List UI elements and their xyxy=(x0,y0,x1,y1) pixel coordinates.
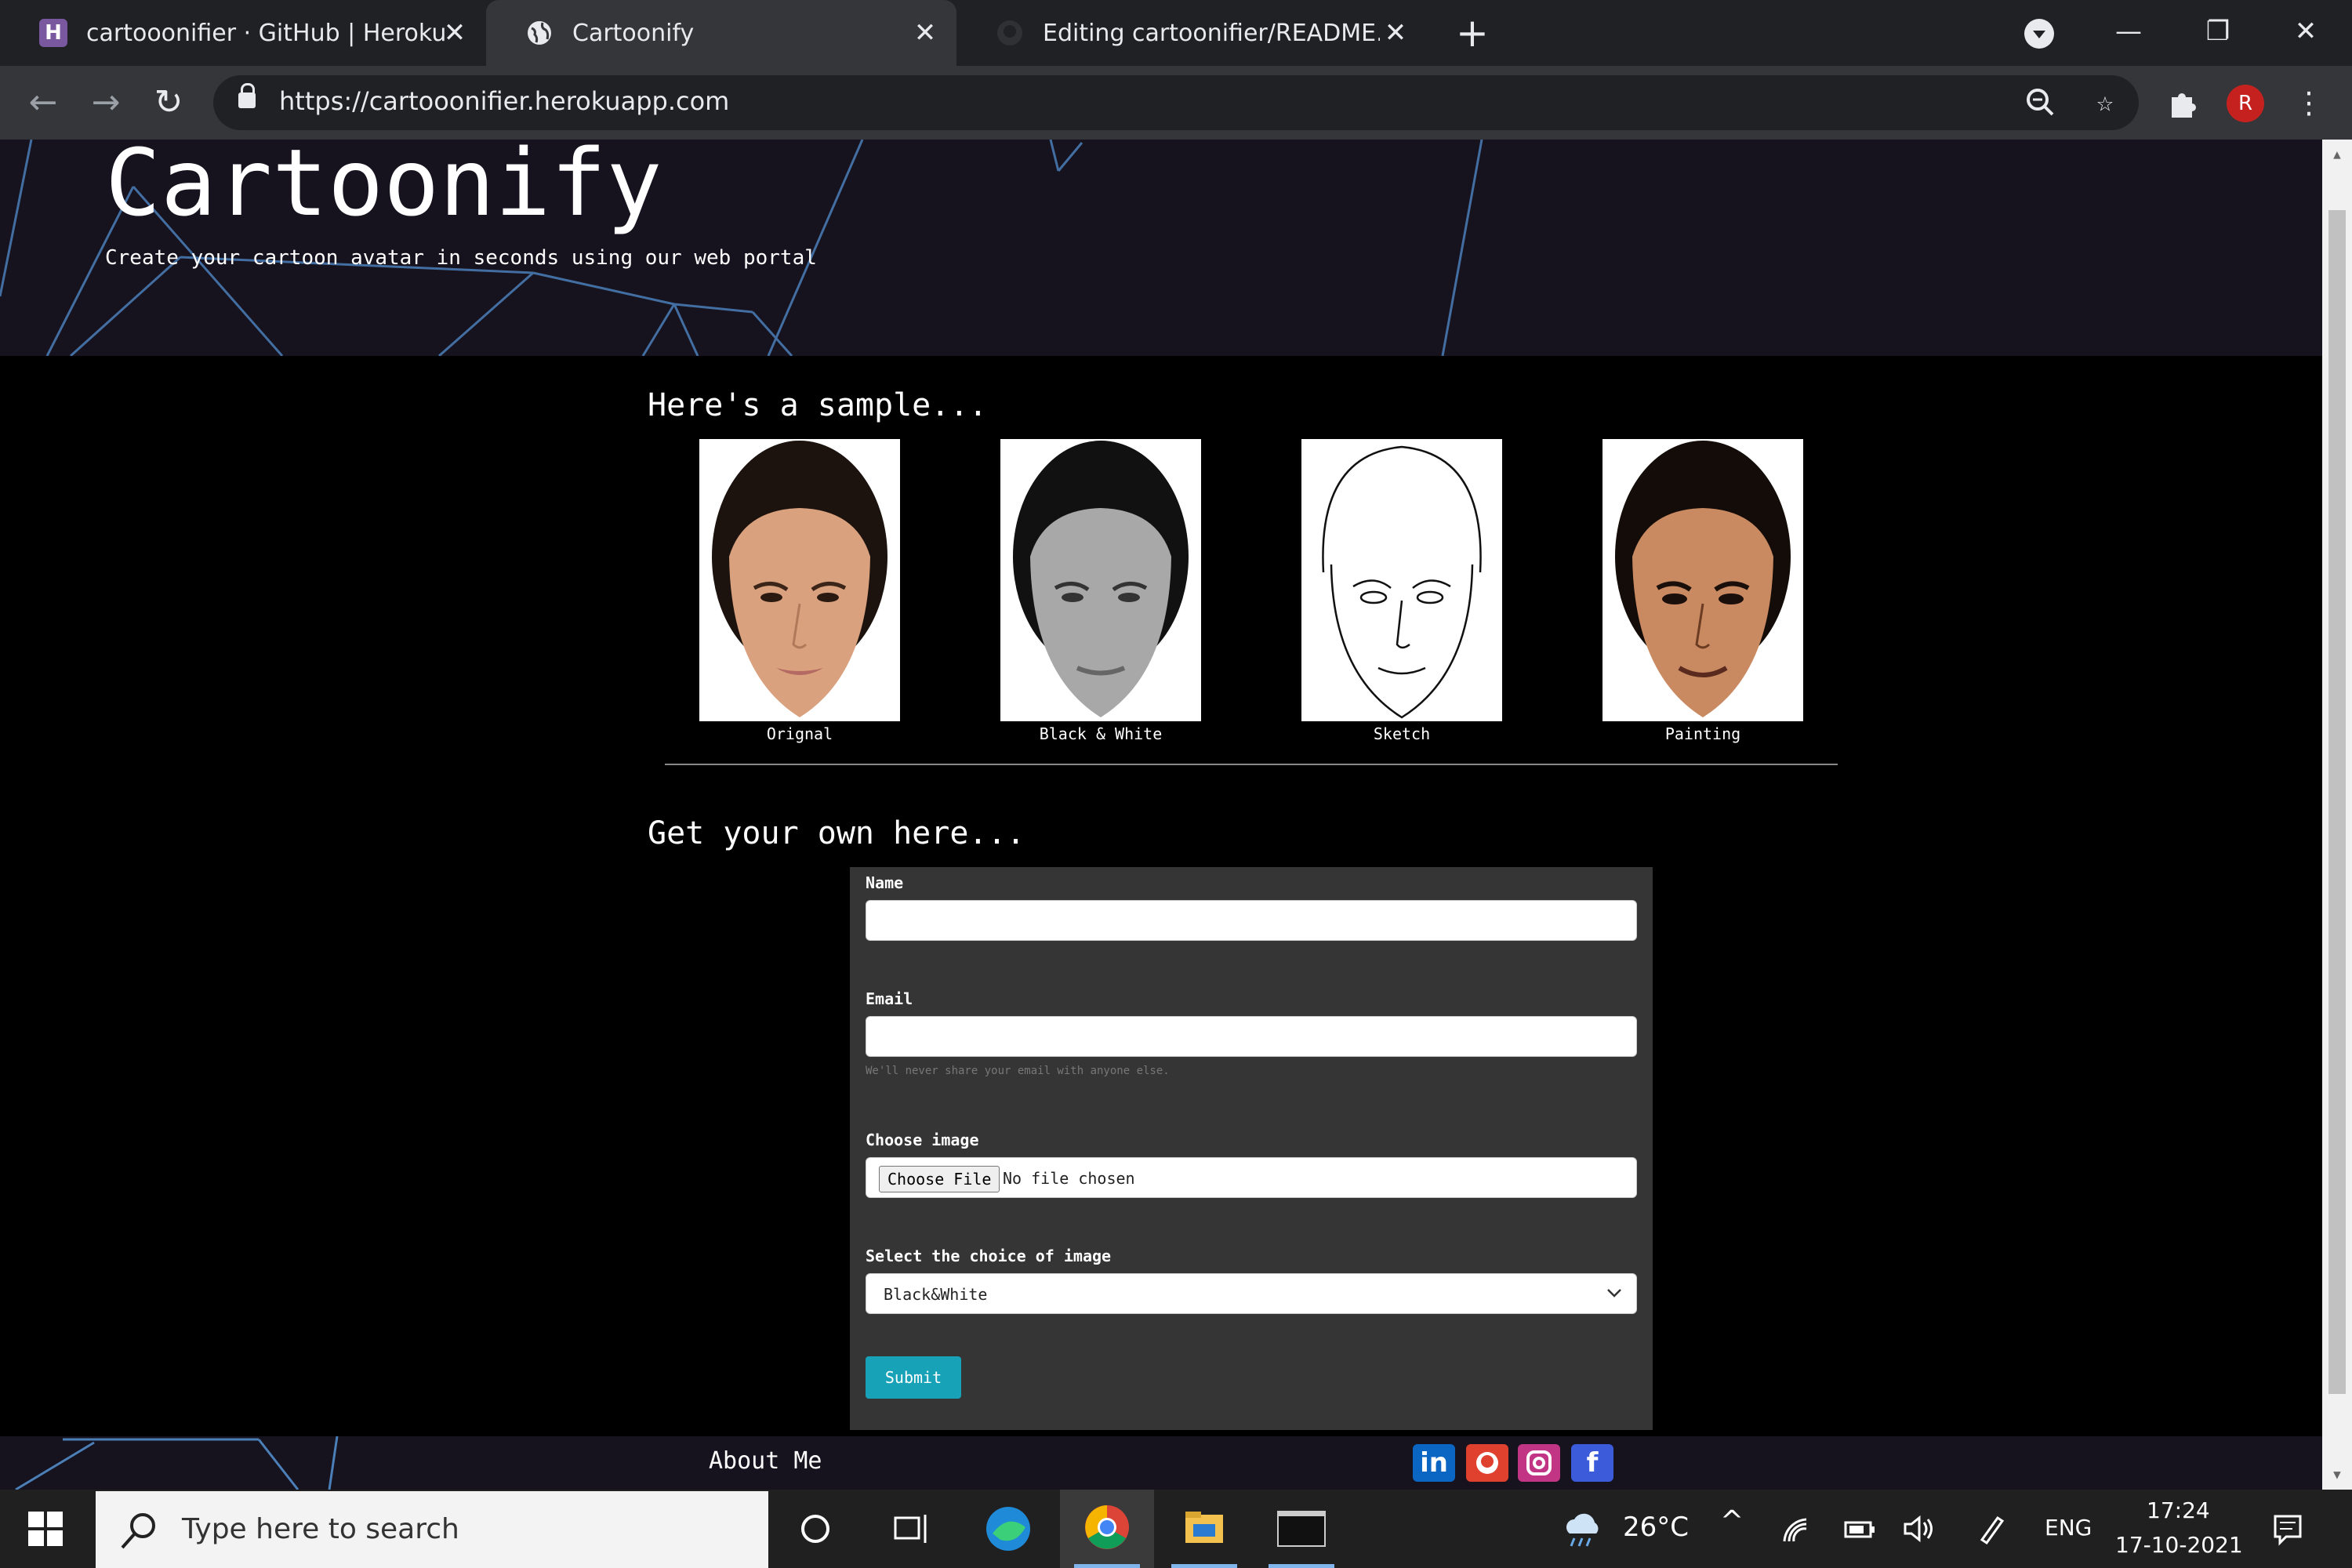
close-icon[interactable]: ✕ xyxy=(1378,16,1413,50)
close-icon[interactable]: ✕ xyxy=(908,16,942,50)
sample-painting: Painting xyxy=(1602,439,1803,743)
chrome-icon[interactable] xyxy=(1060,1490,1154,1568)
language-indicator[interactable]: ENG xyxy=(2045,1515,2092,1541)
linkedin-icon[interactable]: in xyxy=(1413,1444,1455,1482)
tab-title: Cartoonify xyxy=(572,19,695,47)
image-label: Choose image xyxy=(866,1131,979,1149)
window-close-icon[interactable]: ✕ xyxy=(2278,8,2333,55)
sample-original: Orignal xyxy=(699,439,900,743)
pen-ink-icon[interactable] xyxy=(1976,1512,2010,1546)
new-tab-button[interactable]: + xyxy=(1450,11,1494,55)
page-viewport: Cartoonify Create your cartoon avatar in… xyxy=(0,140,2322,1490)
tab-github-readme[interactable]: Editing cartoonifier/README.md ✕ xyxy=(956,0,1427,66)
browser-toolbar: ← → ↻ https://cartooonifier.herokuapp.co… xyxy=(0,66,2352,140)
footer: About Me in f xyxy=(0,1436,2322,1490)
edge-icon[interactable] xyxy=(961,1490,1055,1568)
upload-form: Name Email We'll never share your email … xyxy=(850,867,1653,1430)
github-icon xyxy=(996,19,1024,47)
instagram-icon[interactable] xyxy=(1518,1444,1560,1482)
menu-kebab-icon[interactable]: ⋮ xyxy=(2289,83,2328,122)
file-input[interactable]: Choose File No file chosen xyxy=(866,1157,1637,1198)
extensions-icon[interactable] xyxy=(2164,83,2203,122)
globe-icon xyxy=(525,19,554,47)
chevron-up-icon[interactable]: ^ xyxy=(1720,1505,1744,1537)
about-me-link[interactable]: About Me xyxy=(709,1447,822,1475)
name-label: Name xyxy=(866,873,904,892)
hero-banner: Cartoonify Create your cartoon avatar in… xyxy=(0,140,2322,356)
wifi-icon[interactable] xyxy=(1780,1515,1811,1546)
clock-date[interactable]: 17-10-2021 xyxy=(2115,1532,2243,1558)
close-icon[interactable]: ✕ xyxy=(437,16,472,50)
volume-icon[interactable] xyxy=(1902,1515,1936,1543)
sample-sketch: Sketch xyxy=(1301,439,1502,743)
terminal-icon[interactable] xyxy=(1254,1490,1348,1568)
tab-heroku[interactable]: H cartooonifier · GitHub | Heroku ✕ xyxy=(0,0,486,66)
site-title: Cartoonify xyxy=(105,140,662,237)
notifications-icon[interactable] xyxy=(2270,1512,2305,1546)
bookmark-star-icon[interactable]: ☆ xyxy=(2085,83,2125,122)
taskbar-search-box[interactable]: Type here to search xyxy=(96,1491,768,1568)
cortana-icon[interactable] xyxy=(768,1490,862,1568)
forward-icon[interactable]: → xyxy=(86,83,125,122)
zoom-icon[interactable] xyxy=(2021,83,2060,122)
email-help-text: We'll never share your email with anyone… xyxy=(866,1065,1170,1077)
restore-icon[interactable]: ❐ xyxy=(2190,8,2245,55)
search-placeholder: Type here to search xyxy=(182,1513,459,1545)
tab-title: Editing cartoonifier/README.md xyxy=(1043,19,1380,47)
tab-search-icon[interactable] xyxy=(2024,19,2054,49)
face-photo-image xyxy=(699,439,900,721)
site-subtitle: Create your cartoon avatar in seconds us… xyxy=(105,246,817,270)
tab-cartoonify[interactable]: Cartoonify ✕ xyxy=(486,0,956,66)
page-scrollbar[interactable]: ▲ ▼ xyxy=(2322,140,2352,1490)
search-icon xyxy=(121,1513,155,1549)
sample-caption: Orignal xyxy=(766,724,833,743)
github-icon[interactable] xyxy=(1466,1444,1508,1482)
section-divider xyxy=(665,764,1838,765)
weather-rain-cloud-icon[interactable] xyxy=(1560,1510,1604,1549)
select-value: Black&White xyxy=(884,1285,988,1304)
face-grayscale-image xyxy=(1000,439,1201,721)
back-icon[interactable]: ← xyxy=(24,83,63,122)
scroll-up-icon[interactable]: ▲ xyxy=(2328,146,2346,163)
scroll-down-icon[interactable]: ▼ xyxy=(2328,1466,2346,1483)
tab-title: cartooonifier · GitHub | Heroku xyxy=(86,19,447,47)
chevron-down-icon xyxy=(1607,1289,1621,1298)
battery-icon[interactable] xyxy=(1842,1516,1877,1541)
email-label: Email xyxy=(866,989,913,1008)
browser-tab-bar: H cartooonifier · GitHub | Heroku ✕ Cart… xyxy=(0,0,2352,66)
network-lines-decoration xyxy=(15,1436,339,1490)
sample-caption: Painting xyxy=(1664,724,1741,743)
windows-start-icon[interactable] xyxy=(28,1512,63,1546)
scrollbar-thumb[interactable] xyxy=(2328,210,2346,1394)
choice-label: Select the choice of image xyxy=(866,1247,1112,1265)
facebook-icon[interactable]: f xyxy=(1571,1444,1613,1482)
minimize-icon[interactable]: — xyxy=(2101,8,2156,55)
image-choice-select[interactable]: Black&White xyxy=(866,1273,1637,1314)
sample-heading: Here's a sample... xyxy=(648,387,988,423)
sample-caption: Black & White xyxy=(1039,724,1163,743)
email-input[interactable] xyxy=(866,1016,1637,1057)
file-explorer-icon[interactable] xyxy=(1157,1490,1251,1568)
face-sketch-image xyxy=(1301,439,1502,721)
face-painting-image xyxy=(1602,439,1803,721)
form-heading: Get your own here... xyxy=(648,815,1025,851)
profile-avatar[interactable]: R xyxy=(2227,85,2264,122)
sample-black-white: Black & White xyxy=(1000,439,1201,743)
choose-file-button[interactable]: Choose File xyxy=(879,1166,1000,1192)
address-bar[interactable]: https://cartooonifier.herokuapp.com ☆ xyxy=(213,75,2139,130)
name-input[interactable] xyxy=(866,900,1637,941)
file-status-text: No file chosen xyxy=(1003,1169,1135,1188)
url-text[interactable]: https://cartooonifier.herokuapp.com xyxy=(279,86,729,116)
sample-caption: Sketch xyxy=(1373,724,1431,743)
heroku-icon: H xyxy=(39,19,67,47)
submit-button[interactable]: Submit xyxy=(866,1356,961,1399)
weather-temperature[interactable]: 26°C xyxy=(1623,1512,1689,1543)
clock-time[interactable]: 17:24 xyxy=(2147,1497,2210,1523)
windows-taskbar: Type here to search 26°C ^ ENG 17:24 17-… xyxy=(0,1490,2352,1568)
reload-icon[interactable]: ↻ xyxy=(149,83,188,122)
task-view-icon[interactable] xyxy=(862,1490,956,1568)
lock-icon[interactable] xyxy=(238,83,256,108)
